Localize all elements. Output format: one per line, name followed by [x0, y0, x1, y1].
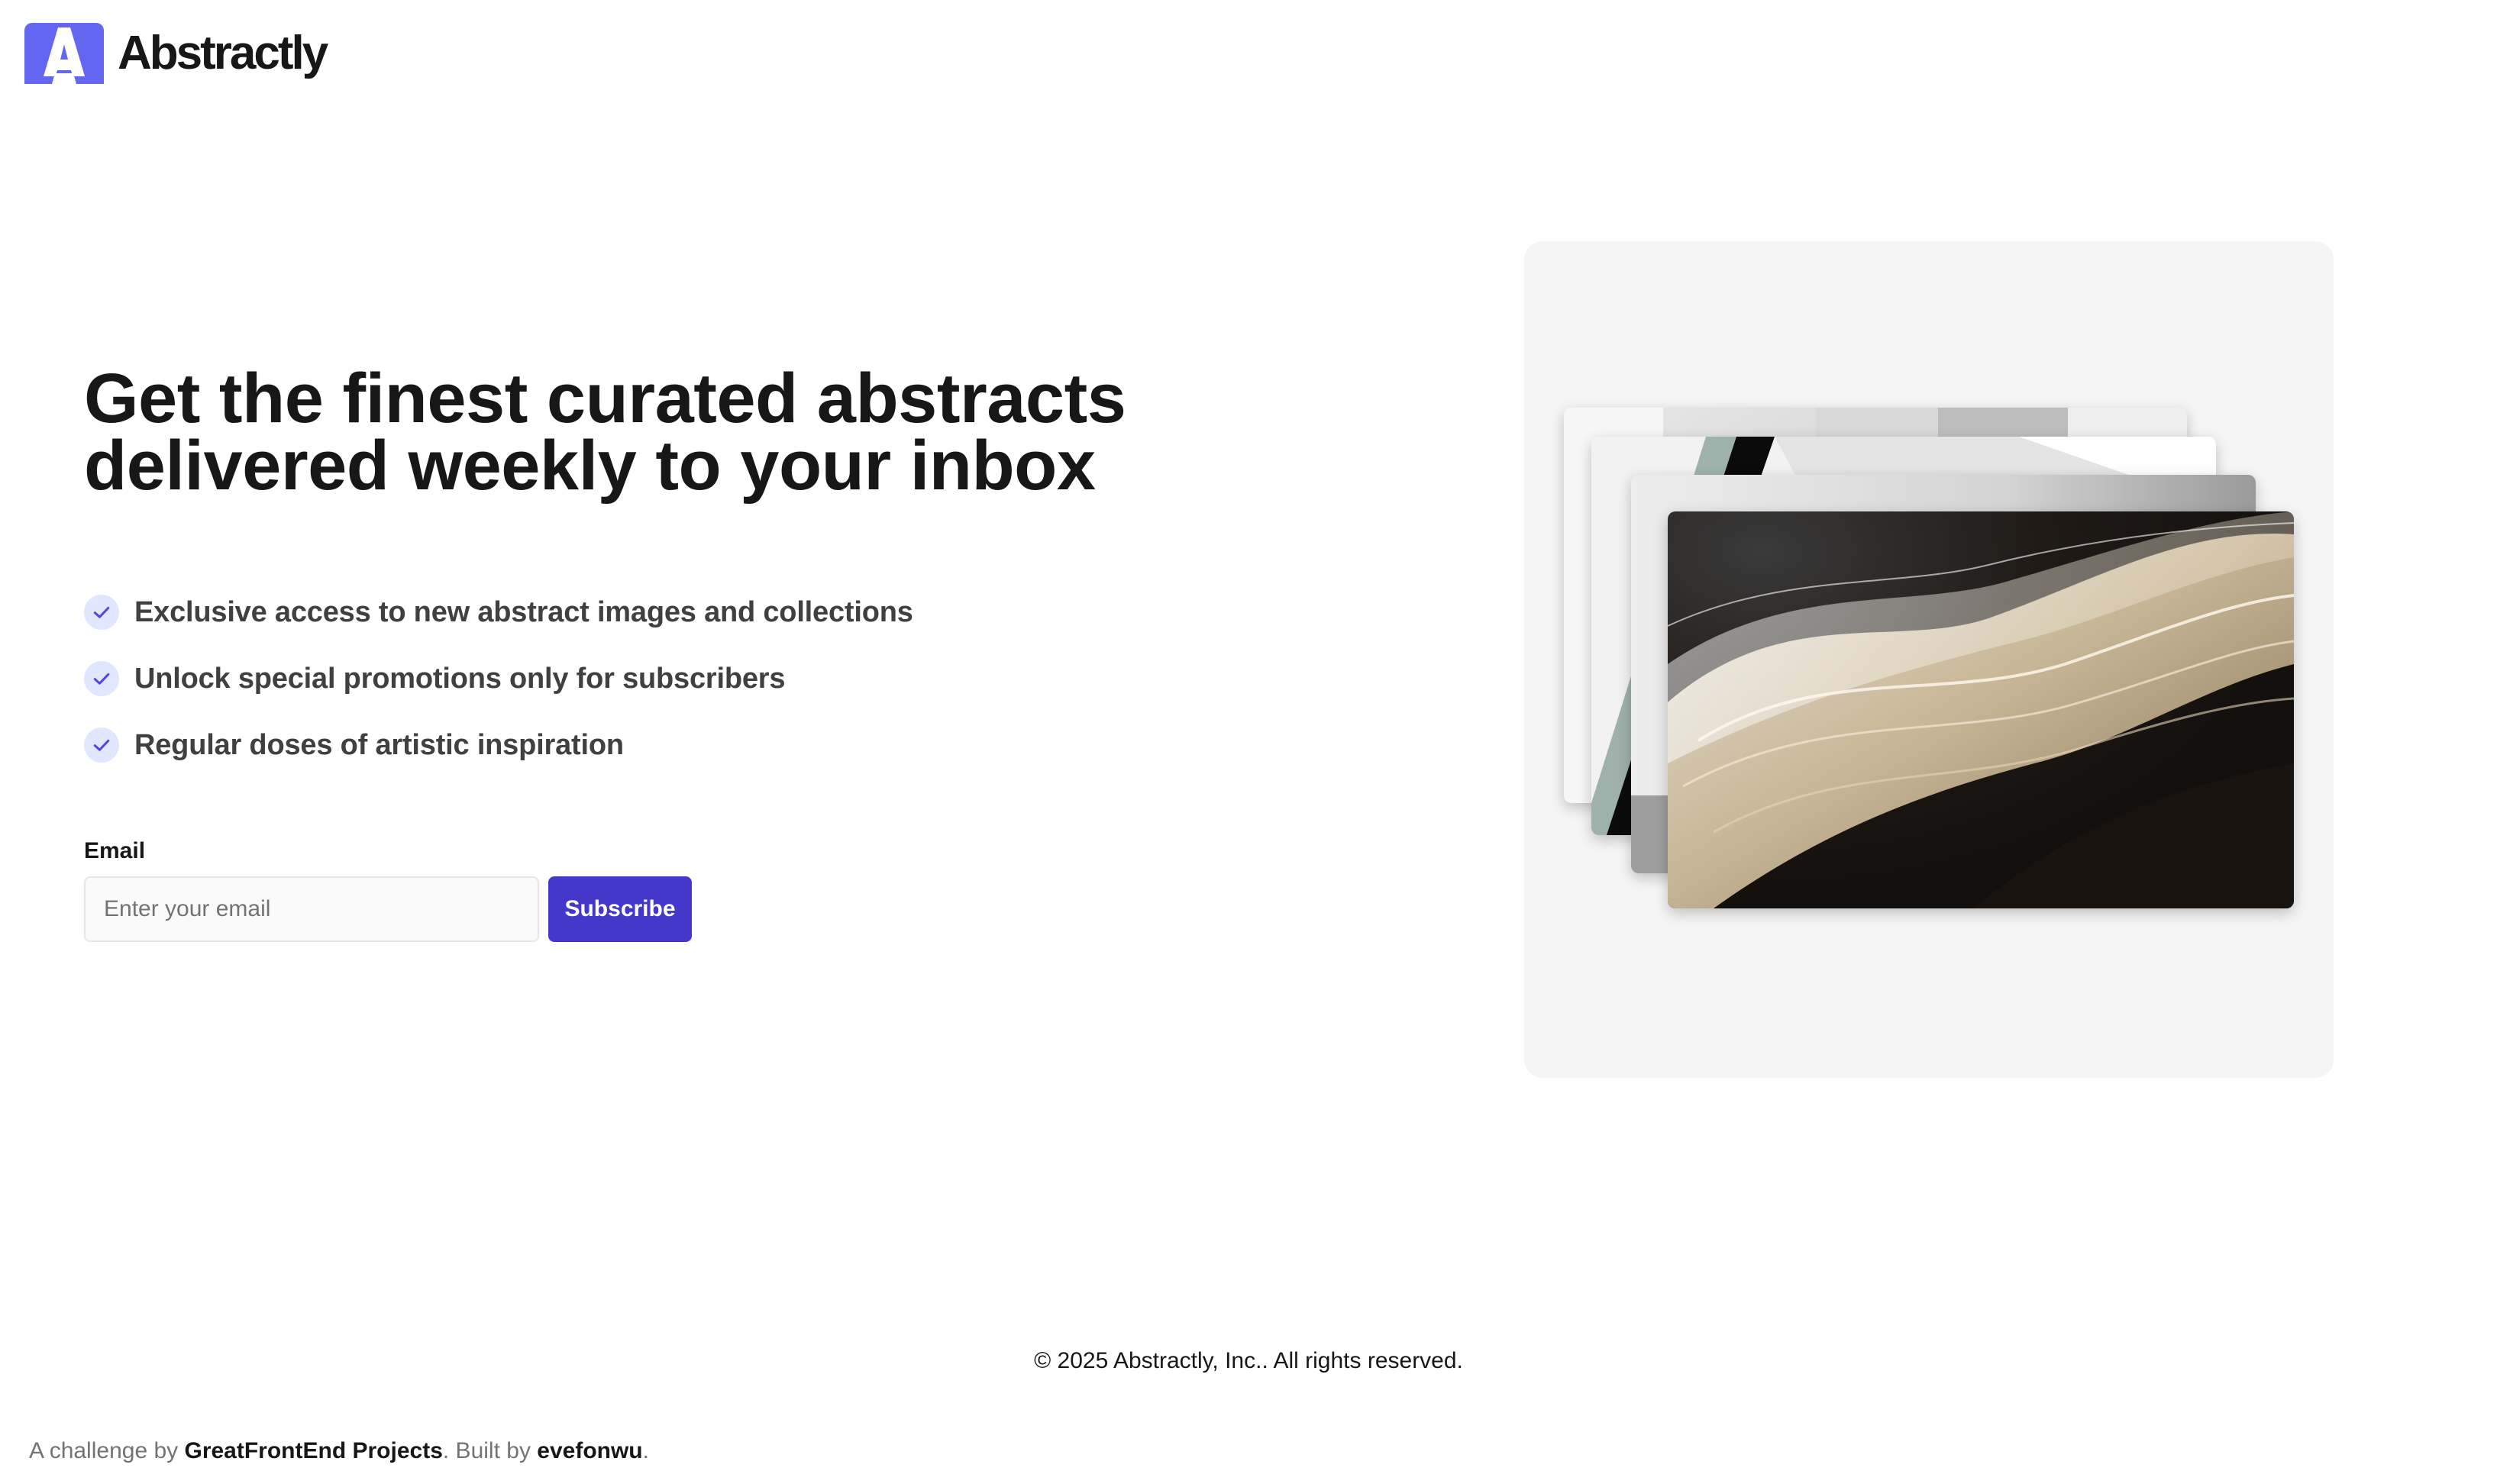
- brand-name: Abstractly: [118, 27, 328, 79]
- logo-link[interactable]: Abstractly: [24, 23, 328, 84]
- credit-prefix: A challenge by: [29, 1438, 185, 1463]
- subscribe-button[interactable]: Subscribe: [548, 876, 692, 942]
- abstractly-logo-icon: [24, 23, 104, 84]
- greatfrontend-projects-link[interactable]: GreatFrontEnd Projects: [184, 1438, 442, 1463]
- check-icon: [84, 595, 119, 630]
- feature-text: Exclusive access to new abstract images …: [134, 595, 913, 628]
- abstract-image: [1668, 511, 2294, 908]
- list-item: Regular doses of artistic inspiration: [84, 721, 913, 769]
- feature-list: Exclusive access to new abstract images …: [84, 588, 913, 787]
- image-panel: [1524, 241, 2334, 1078]
- check-icon: [84, 727, 119, 763]
- list-item: Exclusive access to new abstract images …: [84, 588, 913, 637]
- credit-middle: . Built by: [442, 1438, 538, 1463]
- list-item: Unlock special promotions only for subsc…: [84, 654, 913, 703]
- author-link[interactable]: evefonwu: [537, 1438, 642, 1463]
- feature-text: Unlock special promotions only for subsc…: [134, 662, 786, 695]
- email-field[interactable]: [84, 876, 539, 942]
- check-icon: [84, 661, 119, 696]
- email-label: Email: [84, 838, 146, 863]
- feature-text: Regular doses of artistic inspiration: [134, 728, 624, 761]
- page-title: Get the finest curated abstracts deliver…: [84, 360, 1126, 505]
- credit-suffix: .: [642, 1438, 649, 1463]
- copyright-text: © 2025 Abstractly, Inc.. All rights rese…: [1034, 1348, 1463, 1373]
- challenge-credit: A challenge by GreatFrontEnd Projects. B…: [29, 1438, 649, 1464]
